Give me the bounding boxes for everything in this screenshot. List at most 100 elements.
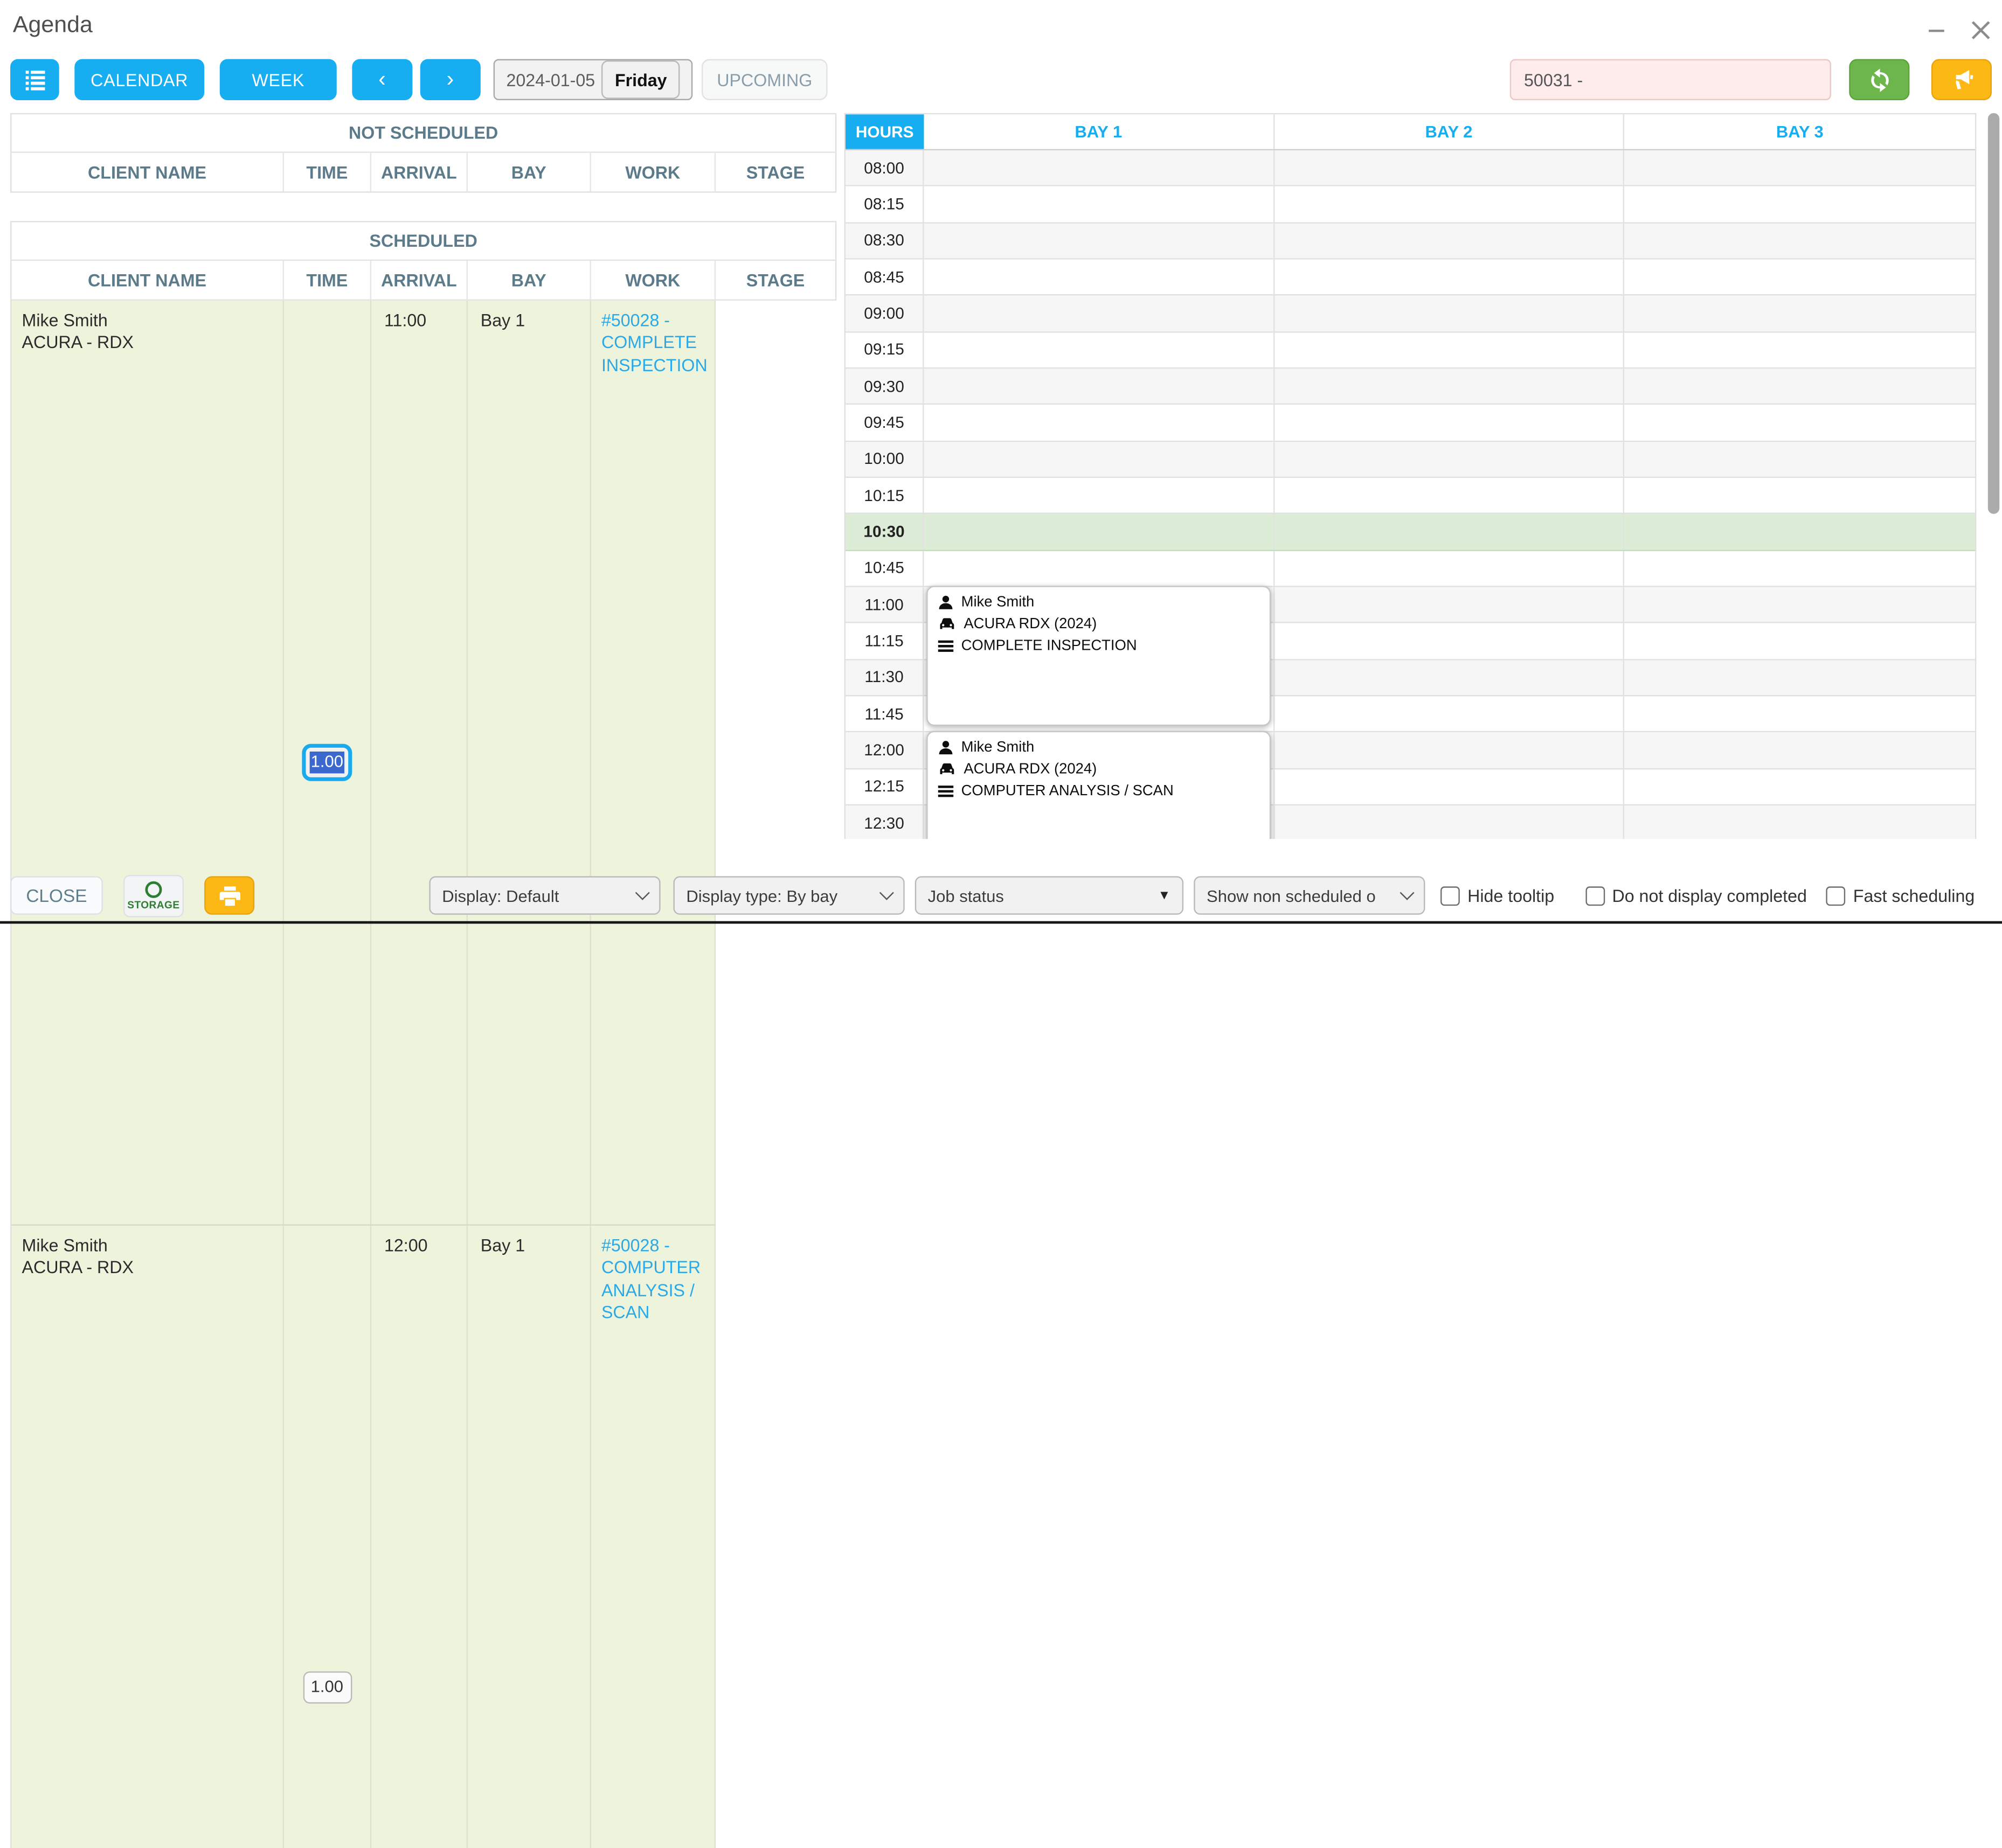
calendar-cell[interactable]	[1625, 223, 1975, 258]
upcoming-button[interactable]: UPCOMING	[702, 59, 828, 100]
time-input[interactable]: 1.00	[303, 1671, 352, 1704]
print-button[interactable]	[204, 876, 254, 915]
next-day-button[interactable]: ›	[420, 59, 481, 100]
calendar-cell[interactable]	[1274, 551, 1625, 586]
calendar-cell[interactable]	[1274, 660, 1625, 695]
calendar-cell[interactable]	[1274, 332, 1625, 367]
calendar-cell[interactable]	[1274, 733, 1625, 768]
calendar-cell[interactable]	[1625, 769, 1975, 804]
stage-cell	[716, 1226, 2002, 1848]
event-work: COMPUTER ANALYSIS / SCAN	[961, 784, 1174, 800]
time-input[interactable]: 1.00	[302, 744, 352, 781]
client-cell: Mike Smith ACURA - RDX	[11, 1226, 284, 1848]
event-card[interactable]: Mike Smith ACURA RDX (2024) COMPLETE INS…	[926, 586, 1271, 726]
calendar-cell[interactable]	[1625, 369, 1975, 404]
job-status-select[interactable]: Job status ▼	[915, 876, 1183, 915]
minimize-button[interactable]	[1925, 18, 1948, 41]
calendar-cell[interactable]	[1274, 478, 1625, 513]
time-label: 08:30	[846, 223, 924, 258]
calendar-cell[interactable]	[1625, 623, 1975, 658]
list-view-button[interactable]	[10, 59, 59, 100]
refresh-button[interactable]	[1849, 59, 1909, 100]
checkbox-do-not-display-completed[interactable]: Do not display completed	[1585, 886, 1807, 905]
work-order-link[interactable]: #50028 - COMPUTER ANALYSIS / SCAN	[601, 1236, 701, 1322]
calendar-cell[interactable]	[924, 478, 1274, 513]
show-non-scheduled-select[interactable]: Show non scheduled o	[1194, 876, 1425, 915]
checkbox-box[interactable]	[1585, 886, 1604, 905]
calendar-cell[interactable]	[924, 405, 1274, 440]
calendar-cell[interactable]	[924, 187, 1274, 222]
calendar-cell[interactable]	[1625, 696, 1975, 731]
calendar-cell[interactable]	[1274, 187, 1625, 222]
show-non-scheduled-value: Show non scheduled o	[1207, 886, 1376, 905]
calendar-cell[interactable]	[1625, 514, 1975, 549]
table-row[interactable]: Mike Smith ACURA - RDX 1.00 11:00 Bay 1 …	[11, 300, 835, 1225]
calendar-cell[interactable]	[1274, 150, 1625, 185]
calendar-cell[interactable]	[924, 223, 1274, 258]
calendar-cell[interactable]	[1274, 369, 1625, 404]
calendar-cell[interactable]	[1274, 441, 1625, 476]
hours-header: HOURS	[846, 114, 924, 149]
close-window-button[interactable]	[1969, 18, 1992, 41]
event-card[interactable]: Mike Smith ACURA RDX (2024) COMPUTER ANA…	[926, 731, 1271, 839]
calendar-cell[interactable]	[1625, 332, 1975, 367]
calendar-cell[interactable]	[1274, 405, 1625, 440]
storage-button[interactable]: STORAGE	[123, 874, 184, 917]
calendar-cell[interactable]	[924, 296, 1274, 331]
calendar-cell[interactable]	[1274, 260, 1625, 295]
calendar-cell[interactable]	[1625, 405, 1975, 440]
job-status-select-value: Job status	[928, 886, 1004, 905]
display-type-select[interactable]: Display type: By bay	[673, 876, 904, 915]
calendar-cell[interactable]	[1625, 150, 1975, 185]
checkbox-fast-scheduling[interactable]: Fast scheduling	[1826, 886, 1975, 905]
calendar-cell[interactable]	[924, 150, 1274, 185]
time-label: 12:15	[846, 769, 924, 804]
calendar-cell[interactable]	[1625, 260, 1975, 295]
calendar-cell[interactable]	[1625, 441, 1975, 476]
refresh-icon	[1866, 67, 1892, 93]
calendar-cell[interactable]	[1274, 805, 1625, 839]
calendar-cell[interactable]	[924, 260, 1274, 295]
calendar-button[interactable]: CALENDAR	[74, 59, 204, 100]
checkbox-box[interactable]	[1826, 886, 1846, 905]
close-button[interactable]: CLOSE	[10, 876, 103, 915]
checkbox-box[interactable]	[1440, 886, 1460, 905]
close-icon	[1969, 19, 1991, 41]
calendar-cell[interactable]	[1274, 587, 1625, 622]
calendar-cell[interactable]	[1274, 696, 1625, 731]
date-field[interactable]: 2024-01-05 Friday	[494, 59, 693, 100]
storage-icon	[145, 881, 162, 898]
calendar-cell[interactable]	[1274, 296, 1625, 331]
calendar-cell[interactable]	[924, 441, 1274, 476]
checkbox-label: Fast scheduling	[1853, 886, 1975, 905]
calendar-cell[interactable]	[1274, 223, 1625, 258]
job-search-input[interactable]	[1510, 59, 1831, 100]
calendar-cell[interactable]	[924, 551, 1274, 586]
date-weekday: Friday	[602, 60, 680, 99]
chevron-down-icon	[635, 886, 650, 900]
calendar-cell[interactable]	[924, 332, 1274, 367]
calendar-cell[interactable]	[1274, 623, 1625, 658]
week-button[interactable]: WEEK	[220, 59, 337, 100]
checkbox-hide-tooltip[interactable]: Hide tooltip	[1440, 886, 1554, 905]
client-cell: Mike Smith ACURA - RDX	[11, 301, 284, 1224]
calendar-cell[interactable]	[1274, 514, 1625, 549]
calendar-cell[interactable]	[1625, 478, 1975, 513]
calendar-cell[interactable]	[1625, 805, 1975, 839]
calendar-cell[interactable]	[1625, 660, 1975, 695]
calendar-cell[interactable]	[924, 514, 1274, 549]
calendar-cell[interactable]	[924, 369, 1274, 404]
calendar-cell[interactable]	[1625, 587, 1975, 622]
display-select[interactable]: Display: Default	[429, 876, 660, 915]
announce-button[interactable]	[1931, 59, 1992, 100]
table-row[interactable]: Mike Smith ACURA - RDX 1.00 12:00 Bay 1 …	[11, 1224, 835, 1848]
calendar-scrollbar[interactable]	[1988, 113, 1999, 514]
calendar-cell[interactable]	[1625, 733, 1975, 768]
calendar-cell[interactable]	[1625, 551, 1975, 586]
prev-day-button[interactable]: ‹	[352, 59, 412, 100]
calendar-cell[interactable]	[1625, 296, 1975, 331]
work-order-link[interactable]: #50028 - COMPLETE INSPECTION	[601, 311, 708, 374]
column-header: BAY	[468, 153, 591, 192]
calendar-cell[interactable]	[1274, 769, 1625, 804]
calendar-cell[interactable]	[1625, 187, 1975, 222]
